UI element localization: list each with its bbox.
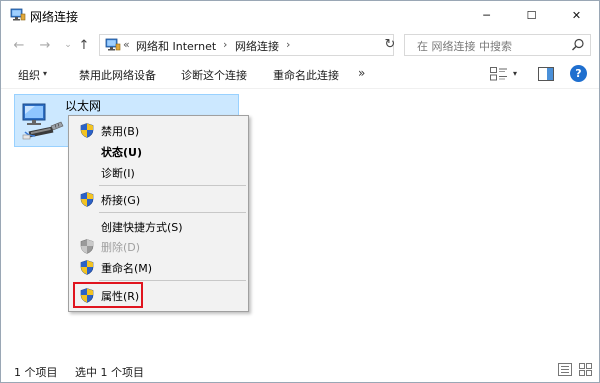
organize-button[interactable]: 组织 <box>18 67 40 83</box>
breadcrumb-network-connections[interactable]: 网络连接 <box>235 38 279 54</box>
help-icon: ? <box>575 67 582 80</box>
rename-connection-button[interactable]: 重命名此连接 <box>273 67 339 83</box>
search-input[interactable]: 在 网络连接 中搜索 <box>404 34 591 56</box>
menu-item-label: 状态(U) <box>101 146 142 159</box>
menu-item-label: 诊断(I) <box>101 167 135 180</box>
address-row: ← → ⌄ ↑ « 网络和 Internet › 网络连接 › ⌄ <box>1 30 599 60</box>
network-folder-icon <box>105 38 121 51</box>
item-count: 1 个项目 <box>14 366 58 379</box>
menu-item-label: 桥接(G) <box>101 194 141 207</box>
breadcrumb-network-internet[interactable]: 网络和 Internet <box>136 38 216 54</box>
menu-item-status[interactable]: 状态(U) <box>71 141 246 161</box>
large-icons-view-icon[interactable] <box>579 363 592 376</box>
more-commands-button[interactable]: » <box>358 66 365 80</box>
breadcrumb-separator-icon[interactable]: › <box>223 38 227 51</box>
breadcrumb-overflow-icon[interactable]: « <box>123 38 130 51</box>
status-bar: 1 个项目 选中 1 个项目 <box>1 357 599 382</box>
menu-item-diagnose[interactable]: 诊断(I) <box>71 162 246 182</box>
connection-name: 以太网 <box>65 99 102 113</box>
arrow-right-icon: → <box>39 37 51 53</box>
menu-item-create-shortcut[interactable]: 创建快捷方式(S) <box>71 216 246 236</box>
menu-separator <box>99 280 246 281</box>
selection-count: 选中 1 个项目 <box>75 366 144 379</box>
close-icon: ✕ <box>571 9 582 22</box>
menu-item-delete: 删除(D) <box>71 236 246 256</box>
minimize-button[interactable]: ─ <box>464 1 509 30</box>
chevron-down-icon[interactable]: ▾ <box>513 69 517 78</box>
menu-item-label: 删除(D) <box>101 241 141 254</box>
menu-item-label: 重命名(M) <box>101 262 153 275</box>
change-view-icon[interactable] <box>490 67 508 81</box>
command-bar: 组织 ▾ 禁用此网络设备 诊断这个连接 重命名此连接 » ▾ ? <box>1 60 599 89</box>
search-placeholder: 在 网络连接 中搜索 <box>417 40 512 53</box>
search-icon <box>572 38 584 51</box>
menu-separator <box>99 185 246 186</box>
uac-shield-icon <box>80 192 94 207</box>
menu-separator <box>99 212 246 213</box>
arrow-up-icon: ↑ <box>78 37 90 53</box>
context-menu: 禁用(B) 状态(U) 诊断(I) 桥接(G) 创建快捷方式(S) 删除(D) … <box>68 115 249 312</box>
minimize-icon: ─ <box>483 9 490 22</box>
title-bar: 网络连接 ─ ☐ ✕ <box>1 1 599 30</box>
menu-item-label: 创建快捷方式(S) <box>101 221 183 234</box>
explorer-window: 网络连接 ─ ☐ ✕ ← → ⌄ ↑ « 网络和 Internet › 网络连接… <box>0 0 600 383</box>
menu-item-rename[interactable]: 重命名(M) <box>71 257 246 277</box>
disable-device-button[interactable]: 禁用此网络设备 <box>79 67 156 83</box>
uac-shield-icon <box>80 123 94 138</box>
chevron-down-icon: ⌄ <box>64 40 72 50</box>
preview-pane-icon[interactable] <box>538 67 554 81</box>
address-bar[interactable]: « 网络和 Internet › 网络连接 › ⌄ <box>99 34 465 56</box>
uac-shield-icon <box>80 260 94 275</box>
diagnose-connection-button[interactable]: 诊断这个连接 <box>181 67 247 83</box>
help-button[interactable]: ? <box>570 65 587 82</box>
maximize-button[interactable]: ☐ <box>509 1 554 30</box>
refresh-icon: ↻ <box>384 37 396 52</box>
chevron-down-icon[interactable]: ▾ <box>43 69 47 78</box>
menu-item-label: 禁用(B) <box>101 125 140 138</box>
up-button[interactable]: ↑ <box>75 35 93 55</box>
menu-item-bridge[interactable]: 桥接(G) <box>71 189 246 209</box>
window-title: 网络连接 <box>30 10 79 24</box>
details-view-icon[interactable] <box>558 363 572 376</box>
breadcrumb-separator-icon[interactable]: › <box>286 38 290 51</box>
close-button[interactable]: ✕ <box>554 1 599 30</box>
highlight-box <box>73 282 143 308</box>
maximize-icon: ☐ <box>526 9 537 22</box>
uac-shield-icon <box>80 239 94 254</box>
ethernet-adapter-icon <box>22 103 64 140</box>
network-folder-icon <box>10 8 26 21</box>
arrow-left-icon: ← <box>13 37 25 53</box>
refresh-button[interactable]: ↻ <box>382 37 398 53</box>
menu-item-disable[interactable]: 禁用(B) <box>71 120 246 140</box>
forward-button[interactable]: → <box>36 35 54 55</box>
back-button[interactable]: ← <box>10 35 28 55</box>
